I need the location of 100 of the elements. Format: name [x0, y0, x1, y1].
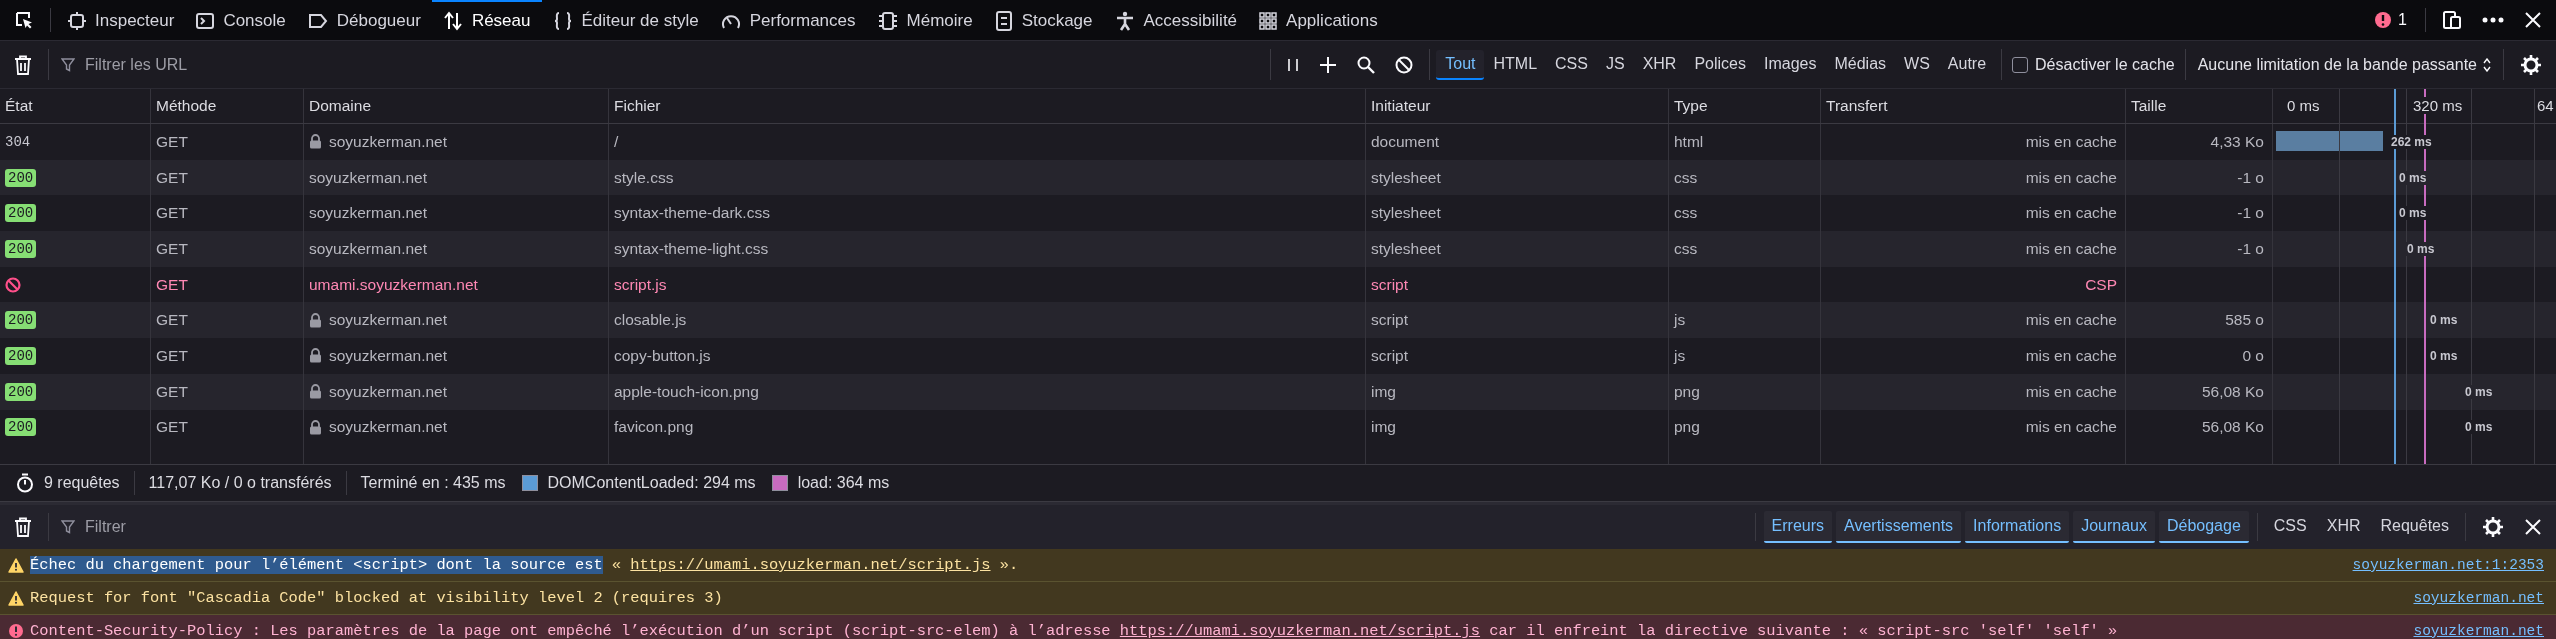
- column-header[interactable]: Fichier: [608, 89, 1365, 123]
- toolbox-tab[interactable]: Accessibilité: [1103, 0, 1249, 40]
- transfer-text: mis en cache: [2025, 311, 2117, 330]
- updown-caret-icon: [2483, 57, 2491, 72]
- log-level-filter[interactable]: Erreurs: [1763, 511, 1832, 543]
- column-header[interactable]: État: [0, 89, 150, 123]
- pause-icon: [1287, 56, 1300, 73]
- type-filter-tab[interactable]: Médias: [1825, 49, 1896, 80]
- type-text: js: [1674, 346, 1686, 365]
- url-link[interactable]: https://umami.soyuzkerman.net/script.js: [630, 556, 991, 574]
- timing-label: 0 ms: [2397, 170, 2429, 185]
- status-code-badge: 200: [5, 311, 37, 330]
- console-filter-input[interactable]: Filtrer: [83, 517, 1743, 537]
- type-filter-tab[interactable]: JS: [1596, 49, 1634, 80]
- url-link[interactable]: https://umami.soyuzkerman.net/script.js: [1119, 622, 1481, 639]
- status-code-badge: 200: [5, 346, 37, 365]
- throttling-select[interactable]: Aucune limitation de la bande passante: [2191, 55, 2497, 74]
- size-text: -1 o: [2237, 168, 2264, 187]
- request-type-filter[interactable]: Requêtes: [2372, 511, 2457, 543]
- log-level-filter[interactable]: Débogage: [2158, 511, 2249, 543]
- transfer-text: mis en cache: [2025, 204, 2117, 223]
- timeline-tick: 320 ms: [2411, 97, 2465, 114]
- column-header[interactable]: Type: [1668, 89, 1820, 123]
- type-text: css: [1674, 204, 1698, 223]
- source-link[interactable]: soyuzkerman.net: [2413, 623, 2544, 639]
- error-icon: [2374, 11, 2393, 29]
- accessibility-icon: [1114, 11, 1135, 31]
- domain-text: soyuzkerman.net: [329, 418, 448, 437]
- initiator-text: stylesheet: [1371, 239, 1441, 258]
- braces-icon: [552, 11, 573, 31]
- url-filter-field[interactable]: Filtrer les URL: [83, 54, 1259, 75]
- size-text: -1 o: [2237, 239, 2264, 258]
- request-type-filter[interactable]: CSS: [2265, 511, 2315, 543]
- toolbox-tab[interactable]: Console: [185, 0, 297, 40]
- initiator-text: script: [1371, 346, 1409, 365]
- log-level-filter[interactable]: Journaux: [2073, 511, 2155, 543]
- type-filter-tab[interactable]: Autre: [1938, 49, 1996, 80]
- timing-label: 0 ms: [2428, 348, 2460, 363]
- column-header[interactable]: Initiateur: [1365, 89, 1668, 123]
- column-header[interactable]: Transfert: [1820, 89, 2125, 123]
- source-link[interactable]: soyuzkerman.net: [2413, 590, 2544, 606]
- trash-icon: [14, 54, 32, 75]
- method-text: GET: [156, 382, 188, 401]
- domain-text: soyuzkerman.net: [309, 168, 428, 187]
- status-code-badge: 200: [5, 382, 37, 401]
- column-header[interactable]: Méthode: [150, 89, 303, 123]
- dom-content-loaded-swatch: [521, 475, 538, 491]
- type-filter-tab[interactable]: Polices: [1685, 49, 1755, 80]
- timing-label: 262 ms: [2389, 134, 2434, 149]
- column-header[interactable]: Taille: [2125, 89, 2272, 123]
- blocked-icon: [5, 276, 21, 293]
- toolbox-tab[interactable]: Débogueur: [296, 0, 432, 40]
- type-filter-tab[interactable]: XHR: [1633, 49, 1686, 80]
- domain-text: soyuzkerman.net: [309, 239, 428, 258]
- size-text: 56,08 Ko: [2201, 382, 2264, 401]
- toolbox-tab[interactable]: Éditeur de style: [541, 0, 710, 40]
- size-text: 4,33 Ko: [2210, 132, 2264, 151]
- chip-icon: [877, 11, 898, 31]
- type-filter-tab[interactable]: CSS: [1546, 49, 1597, 80]
- file-name: syntax-theme-light.css: [614, 239, 769, 258]
- type-filter-tab[interactable]: Tout: [1436, 49, 1485, 80]
- transferred-size: 117,07 Ko / 0 o transférés: [148, 474, 332, 492]
- toolbox-tab[interactable]: Stockage: [983, 0, 1104, 40]
- toolbox-tab[interactable]: Applications: [1248, 0, 1389, 40]
- initiator-text: document: [1371, 132, 1440, 151]
- toolbox-tab[interactable]: Performances: [709, 0, 867, 40]
- disable-cache-checkbox[interactable]: [2012, 56, 2029, 73]
- grid-icon: [1259, 12, 1278, 30]
- finish-time: Terminé en : 435 ms: [360, 474, 506, 492]
- initiator-text: stylesheet: [1371, 168, 1441, 187]
- request-type-filter[interactable]: XHR: [2318, 511, 2369, 543]
- log-level-filter[interactable]: Avertissements: [1836, 511, 1962, 543]
- inspector-icon: [68, 12, 86, 30]
- load-time: load: 364 ms: [797, 474, 890, 492]
- more-icon: [2482, 17, 2504, 23]
- domain-text: soyuzkerman.net: [309, 204, 428, 223]
- transfer-text: mis en cache: [2025, 382, 2117, 401]
- toolbox-tab[interactable]: Mémoire: [866, 0, 984, 40]
- source-link[interactable]: soyuzkerman.net:1:2353: [2352, 557, 2544, 573]
- domain-text: soyuzkerman.net: [329, 346, 448, 365]
- trash-icon: [14, 517, 32, 537]
- type-filter-tab[interactable]: HTML: [1484, 49, 1547, 80]
- timing-label: 0 ms: [2397, 206, 2429, 221]
- file-name: script.js: [614, 275, 667, 294]
- log-level-filter[interactable]: Informations: [1965, 511, 2070, 543]
- column-header[interactable]: Domaine: [303, 89, 608, 123]
- timing-label: 0 ms: [2463, 384, 2495, 399]
- file-name: /: [614, 132, 619, 151]
- domain-text: soyuzkerman.net: [329, 132, 448, 151]
- search-icon: [1357, 55, 1376, 74]
- responsive-mode-icon: [2442, 10, 2462, 30]
- method-text: GET: [156, 418, 188, 437]
- type-filter-tab[interactable]: Images: [1755, 49, 1826, 80]
- initiator-text: script: [1371, 275, 1409, 294]
- type-filter-tab[interactable]: WS: [1895, 49, 1939, 80]
- method-text: GET: [156, 168, 188, 187]
- type-text: png: [1674, 382, 1700, 401]
- toolbox-tab[interactable]: Inspecteur: [57, 0, 186, 40]
- timing-label: 0 ms: [2405, 241, 2437, 256]
- close-icon: [2524, 11, 2542, 29]
